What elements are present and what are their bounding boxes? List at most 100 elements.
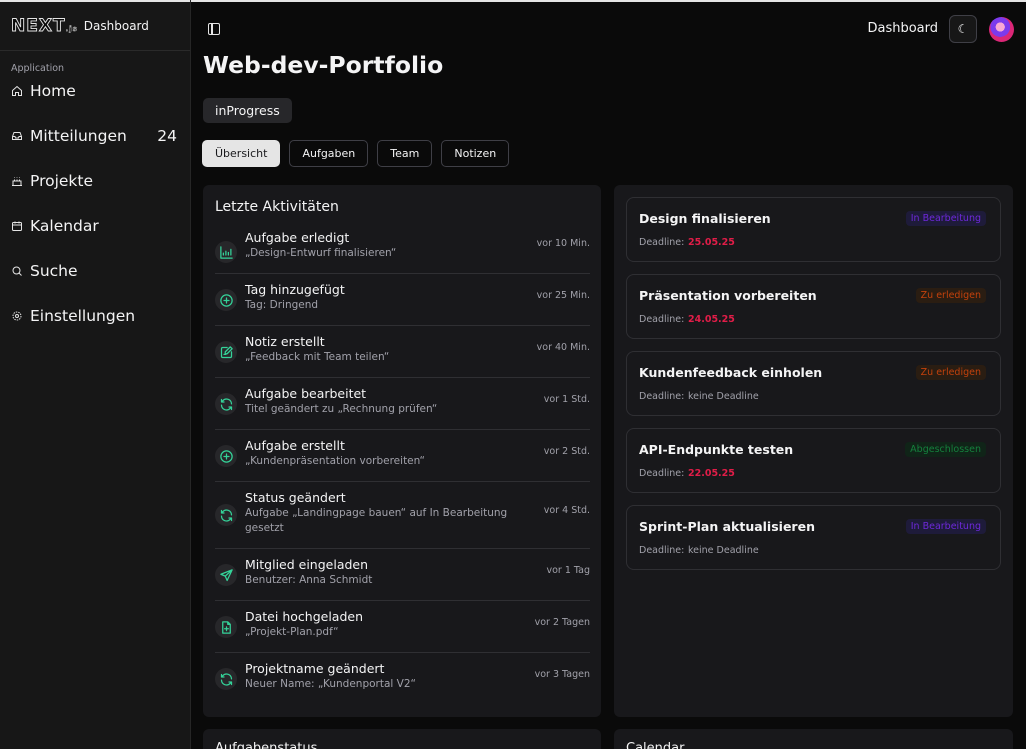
unread-count: 24 xyxy=(157,126,177,145)
refresh-icon xyxy=(215,668,237,690)
page-title: Web-dev-Portfolio xyxy=(203,51,444,79)
sidebar-item-label: Suche xyxy=(30,261,78,280)
sidebar-item-mitteilungen[interactable]: Mitteilungen 24 xyxy=(0,113,190,158)
tab-aufgaben[interactable]: Aufgaben xyxy=(289,140,369,167)
activity-desc: Tag: Dringend xyxy=(245,299,319,311)
list-item: Aufgabe erledigt „Design-Entwurf finalis… xyxy=(215,228,590,274)
theme-toggle-button[interactable]: ☾ xyxy=(949,15,977,43)
top-header: Dashboard ☾ xyxy=(191,0,1026,54)
sidebar-item-label: Mitteilungen xyxy=(30,126,127,145)
tab-bar: Übersicht Aufgaben Team Notizen xyxy=(202,140,510,167)
inbox-icon xyxy=(11,130,23,142)
file-plus-icon xyxy=(215,616,237,638)
task-status-badge: Abgeschlossen xyxy=(905,442,986,457)
search-icon xyxy=(11,265,23,277)
sidebar: NEXT.js Dashboard Application Home Mitte… xyxy=(0,0,191,749)
header-title[interactable]: Dashboard xyxy=(867,21,938,36)
activity-time: vor 10 Min. xyxy=(536,238,590,249)
sidebar-item-kalendar[interactable]: Kalendar xyxy=(0,203,190,248)
nextjs-logo: NEXT.js xyxy=(11,16,78,37)
note-edit-icon xyxy=(215,341,237,363)
sidebar-item-projekte[interactable]: Projekte xyxy=(0,158,190,203)
activity-title: Aufgabe erledigt xyxy=(245,230,350,245)
activity-time: vor 4 Std. xyxy=(543,505,590,516)
deadline-label: Deadline: xyxy=(639,468,685,479)
sidebar-brand[interactable]: NEXT.js Dashboard xyxy=(0,0,190,51)
tab-notizen[interactable]: Notizen xyxy=(441,140,510,167)
gear-icon xyxy=(11,310,23,322)
calendar-icon xyxy=(11,220,23,232)
activity-title: Aufgabe erstellt xyxy=(245,438,345,453)
activity-list: Aufgabe erledigt „Design-Entwurf finalis… xyxy=(215,228,590,705)
activity-desc: „Design-Entwurf finalisieren“ xyxy=(245,247,397,259)
deadline-value: 22.05.25 xyxy=(688,468,735,479)
task-title: API-Endpunkte testen xyxy=(639,442,794,457)
deadline-value: keine Deadline xyxy=(688,391,759,402)
activity-desc: „Kundenpräsentation vorbereiten“ xyxy=(245,455,425,467)
sidebar-item-home[interactable]: Home xyxy=(0,68,190,113)
sidebar-item-suche[interactable]: Suche xyxy=(0,248,190,293)
activity-time: vor 3 Tagen xyxy=(534,669,590,680)
tab-uebersicht[interactable]: Übersicht xyxy=(202,140,281,167)
task-card[interactable]: Design finalisieren In Bearbeitung Deadl… xyxy=(626,197,1001,262)
task-card[interactable]: Präsentation vorbereiten Zu erledigen De… xyxy=(626,274,1001,339)
plus-circle-icon xyxy=(215,445,237,467)
sidebar-item-label: Projekte xyxy=(30,171,94,190)
task-title: Präsentation vorbereiten xyxy=(639,288,817,303)
cake-icon xyxy=(11,175,23,187)
activity-title: Tag hinzugefügt xyxy=(245,282,345,297)
task-card[interactable]: Sprint-Plan aktualisieren In Bearbeitung… xyxy=(626,505,1001,570)
activity-desc: Benutzer: Anna Schmidt xyxy=(245,574,373,586)
refresh-icon xyxy=(215,504,237,526)
task-card[interactable]: API-Endpunkte testen Abgeschlossen Deadl… xyxy=(626,428,1001,493)
activity-time: vor 1 Tag xyxy=(546,565,590,576)
activity-time: vor 2 Std. xyxy=(543,446,590,457)
activity-heading: Letzte Aktivitäten xyxy=(215,199,339,215)
task-status-badge: In Bearbeitung xyxy=(905,519,986,534)
calendar-card: Calendar xyxy=(614,729,1013,749)
list-item: Mitglied eingeladen Benutzer: Anna Schmi… xyxy=(215,549,590,601)
activity-desc: „Feedback mit Team teilen“ xyxy=(245,351,390,363)
tasks-card: Design finalisieren In Bearbeitung Deadl… xyxy=(614,185,1013,717)
avatar[interactable] xyxy=(989,17,1014,42)
deadline-label: Deadline: xyxy=(639,314,685,325)
activity-title: Mitglied eingeladen xyxy=(245,557,369,572)
activity-time: vor 40 Min. xyxy=(536,342,590,353)
task-card[interactable]: Kundenfeedback einholen Zu erledigen Dea… xyxy=(626,351,1001,416)
send-icon xyxy=(215,564,237,586)
activity-time: vor 2 Tagen xyxy=(534,617,590,628)
activity-card: Letzte Aktivitäten Aufgabe erledigt „Des… xyxy=(203,185,601,717)
list-item: Datei hochgeladen „Projekt-Plan.pdf“ vor… xyxy=(215,601,590,653)
activity-title: Projektname geändert xyxy=(245,661,385,676)
list-item: Aufgabe erstellt „Kundenpräsentation vor… xyxy=(215,430,590,482)
task-status-badge: In Bearbeitung xyxy=(905,211,986,226)
activity-desc: Neuer Name: „Kundenportal V2“ xyxy=(245,678,416,690)
activity-title: Notiz erstellt xyxy=(245,334,325,349)
list-item: Projektname geändert Neuer Name: „Kunden… xyxy=(215,653,590,705)
deadline-value: keine Deadline xyxy=(688,545,759,556)
sidebar-toggle-button[interactable] xyxy=(208,23,220,35)
sidebar-item-label: Kalendar xyxy=(30,216,99,235)
status-badge: inProgress xyxy=(203,98,292,123)
deadline-label: Deadline: xyxy=(639,237,685,248)
list-item: Status geändert Aufgabe „Landingpage bau… xyxy=(215,482,590,549)
activity-desc: „Projekt-Plan.pdf“ xyxy=(245,626,339,638)
brand-label: Dashboard xyxy=(83,19,149,33)
deadline-label: Deadline: xyxy=(639,391,685,402)
activity-desc: Titel geändert zu „Rechnung prüfen“ xyxy=(245,403,438,415)
tab-team[interactable]: Team xyxy=(377,140,433,167)
activity-title: Aufgabe bearbeitet xyxy=(245,386,367,401)
chart-icon xyxy=(215,241,237,263)
list-item: Tag hinzugefügt Tag: Dringend vor 25 Min… xyxy=(215,274,590,326)
activity-title: Status geändert xyxy=(245,490,346,505)
sidebar-item-label: Home xyxy=(30,81,76,100)
task-status-heading: Aufgabenstatus xyxy=(215,741,318,749)
calendar-heading: Calendar xyxy=(626,741,685,749)
activity-time: vor 25 Min. xyxy=(536,290,590,301)
activity-time: vor 1 Std. xyxy=(543,394,590,405)
sidebar-item-einstellungen[interactable]: Einstellungen xyxy=(0,293,190,338)
task-title: Kundenfeedback einholen xyxy=(639,365,823,380)
list-item: Notiz erstellt „Feedback mit Team teilen… xyxy=(215,326,590,378)
task-status-badge: Zu erledigen xyxy=(915,288,986,303)
home-icon xyxy=(11,85,23,97)
